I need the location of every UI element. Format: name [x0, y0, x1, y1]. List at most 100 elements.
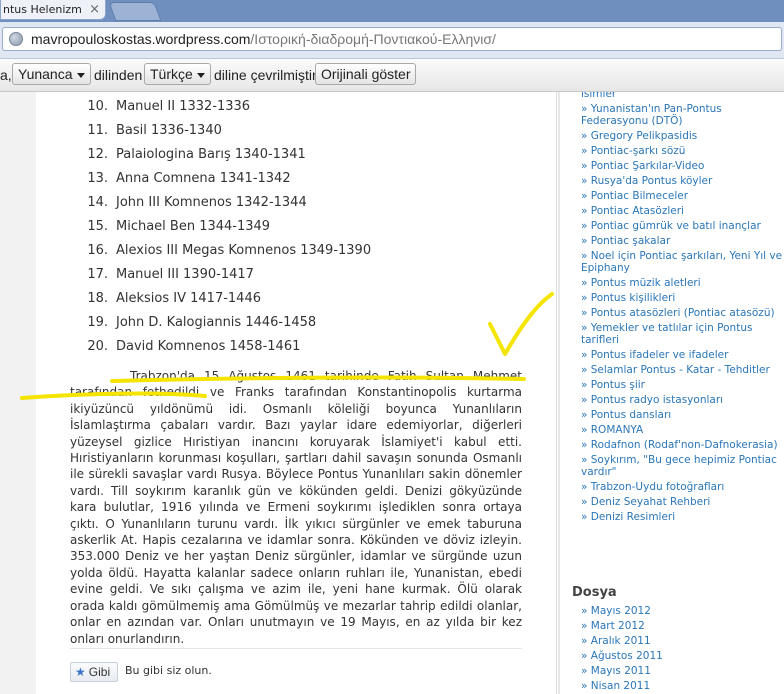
- archive-heading: Dosya: [572, 585, 617, 600]
- list-item-text: Anna Comnena 1341-1342: [116, 171, 291, 186]
- like-label: Gibi: [88, 665, 111, 679]
- list-item: 20. David Komnenos 1458-1461: [70, 336, 371, 360]
- list-item-text: Aleksios IV 1417-1446: [116, 291, 261, 306]
- source-language-select[interactable]: Yunanca: [12, 63, 91, 85]
- list-item: 16. Alexios III Megas Komnenos 1349-1390: [70, 240, 371, 264]
- new-tab-button[interactable]: [108, 2, 162, 21]
- archive-link[interactable]: » Nisan 2011: [581, 680, 663, 692]
- list-item-number: 17.: [87, 267, 108, 282]
- show-original-button[interactable]: Orijinali göster: [315, 63, 417, 85]
- list-item-number: 18.: [87, 291, 108, 306]
- list-item-number: 12.: [87, 147, 108, 162]
- sidebar-link[interactable]: » Pontus atasözleri (Pontiac atasözü): [581, 307, 784, 319]
- sidebar-link[interactable]: » ROMANYA: [581, 424, 784, 436]
- address-bar[interactable]: mavropouloskostas.wordpress.com/Ιστορική…: [2, 27, 782, 51]
- like-button[interactable]: ★ Gibi: [70, 662, 118, 682]
- sidebar-link[interactable]: » Rodafnon (Rodaf'non-Dafnokerasia): [581, 439, 784, 451]
- archive-link[interactable]: » Mayıs 2011: [581, 665, 663, 677]
- sidebar-link[interactable]: isimler: [581, 92, 784, 100]
- list-item: 17. Manuel III 1390-1417: [70, 264, 371, 288]
- sidebar-link[interactable]: » Pontus dansları: [581, 409, 784, 421]
- archive-link[interactable]: » Mayıs 2012: [581, 605, 663, 617]
- sidebar-link[interactable]: » Gregory Pelikpasidis: [581, 130, 784, 142]
- sidebar-link[interactable]: » Pontus şiir: [581, 379, 784, 391]
- list-item-number: 14.: [87, 195, 108, 210]
- sidebar-link[interactable]: » Denizi Resimleri: [581, 511, 784, 523]
- sidebar-links: isimler » Yunanistan'ın Pan-Pontus Federa…: [581, 92, 784, 526]
- archive-link[interactable]: » Mart 2012: [581, 620, 663, 632]
- translate-leading-text: a,: [0, 67, 12, 83]
- archive-link[interactable]: » Aralık 2011: [581, 635, 663, 647]
- list-item: 18. Aleksios IV 1417-1446: [70, 288, 371, 312]
- sidebar: isimler » Yunanistan'ın Pan-Pontus Federa…: [572, 92, 784, 694]
- list-item: 13. Anna Comnena 1341-1342: [70, 168, 371, 192]
- translate-bar: a, Yunanca dilinden Türkçe diline çevril…: [0, 59, 784, 92]
- sidebar-link[interactable]: » Pontiac-şarkı sözü: [581, 145, 784, 157]
- url-path: /Ιστορική-διαδρομή-Ποντιακού-Ελληνισ/: [250, 31, 496, 47]
- left-gutter: [0, 92, 37, 694]
- sidebar-link[interactable]: » Deniz Seyahat Rehberi: [581, 496, 784, 508]
- list-item-number: 11.: [87, 123, 108, 138]
- sidebar-link[interactable]: » Selamlar Pontus - Katar - Tehditler: [581, 364, 784, 376]
- list-item-text: Alexios III Megas Komnenos 1349-1390: [116, 243, 372, 258]
- list-item-number: 10.: [87, 99, 108, 114]
- tab-bar: ntus Helenizm ", Tü ×: [0, 0, 784, 22]
- emperor-list: 10. Manuel II 1332-1336 11. Basil 1336-1340…: [70, 96, 371, 360]
- url-host: mavropouloskostas.wordpress.com: [31, 31, 251, 47]
- list-item-text: John D. Kalogiannis 1446-1458: [116, 315, 317, 330]
- list-item: 10. Manuel II 1332-1336: [70, 96, 371, 120]
- from-text: dilinden: [94, 67, 143, 83]
- sidebar-link[interactable]: » Soykırım, "Bu gece hepimiz Pontiac var…: [581, 454, 784, 478]
- list-item-number: 13.: [87, 171, 108, 186]
- list-item-text: Palaiologina Barış 1340-1341: [116, 147, 306, 162]
- list-item-number: 20.: [87, 339, 108, 354]
- sidebar-link[interactable]: » Noel için Pontiac şarkıları, Yeni Yıl …: [581, 250, 784, 274]
- star-icon: ★: [75, 665, 86, 679]
- archive-links: » Mayıs 2012 » Mart 2012 » Aralık 2011 » Ağ…: [581, 605, 663, 694]
- sidebar-link[interactable]: » Pontiac Atasözleri: [581, 205, 784, 217]
- sidebar-link[interactable]: » Pontiac Şarkılar-Video: [581, 160, 784, 172]
- browser-tab[interactable]: ntus Helenizm ", Tü ×: [0, 0, 106, 20]
- target-language-label: Türkçe: [150, 66, 193, 82]
- list-item-text: John III Komnenos 1342-1344: [116, 195, 307, 210]
- to-text: diline çevrilmiştir: [214, 67, 317, 83]
- sidebar-link[interactable]: » Pontiac Bilmeceler: [581, 190, 784, 202]
- list-item: 12. Palaiologina Barış 1340-1341: [70, 144, 371, 168]
- list-item: 15. Michael Ben 1344-1349: [70, 216, 371, 240]
- like-text: Bu gibi siz olun.: [125, 664, 212, 677]
- sidebar-link[interactable]: » Pontus ifadeler ve ifadeler: [581, 349, 784, 361]
- list-item: 11. Basil 1336-1340: [70, 120, 371, 144]
- sidebar-link[interactable]: » Pontus kişilikleri: [581, 292, 784, 304]
- list-item-number: 19.: [87, 315, 108, 330]
- list-item: 14. John III Komnenos 1342-1344: [70, 192, 371, 216]
- list-item-text: Basil 1336-1340: [116, 123, 222, 138]
- column-divider: [558, 92, 560, 694]
- list-item-text: Manuel II 1332-1336: [116, 99, 251, 114]
- list-item-number: 15.: [87, 219, 108, 234]
- globe-icon: [9, 32, 23, 46]
- post-paragraph: Trabzon'da 15 Ağustos 1461 tarihinde Fat…: [70, 369, 522, 646]
- list-item-text: David Komnenos 1458-1461: [116, 339, 301, 354]
- sidebar-link[interactable]: » Pontiac şakalar: [581, 235, 784, 247]
- page-content: 10. Manuel II 1332-1336 11. Basil 1336-1340…: [0, 92, 784, 694]
- target-language-select[interactable]: Türkçe: [144, 63, 211, 85]
- sidebar-link[interactable]: » Pontiac gümrük ve batıl inançlar: [581, 220, 784, 232]
- sidebar-link[interactable]: » Yunanistan'ın Pan-Pontus Federasyonu (…: [581, 103, 784, 127]
- list-item-text: Manuel III 1390-1417: [116, 267, 254, 282]
- sidebar-link[interactable]: » Rusya'da Pontus köyler: [581, 175, 784, 187]
- source-language-label: Yunanca: [18, 66, 73, 82]
- url-text[interactable]: mavropouloskostas.wordpress.com/Ιστορική…: [31, 30, 496, 48]
- chevron-down-icon: [76, 72, 85, 78]
- divider: [70, 648, 522, 649]
- chevron-down-icon: [196, 72, 205, 78]
- sidebar-link[interactable]: » Trabzon-Uydu fotoğrafları: [581, 481, 784, 493]
- sidebar-link[interactable]: » Pontus müzik aletleri: [581, 277, 784, 289]
- sidebar-link[interactable]: » Yemekler ve tatlılar için Pontus tarif…: [581, 322, 784, 346]
- sidebar-link[interactable]: » Pontus radyo istasyonları: [581, 394, 784, 406]
- tab-title: ntus Helenizm ", Tü: [3, 3, 83, 16]
- list-item: 19. John D. Kalogiannis 1446-1458: [70, 312, 371, 336]
- tab-close-icon[interactable]: ×: [89, 0, 100, 19]
- toolbar: mavropouloskostas.wordpress.com/Ιστορική…: [0, 22, 784, 59]
- archive-link[interactable]: » Ağustos 2011: [581, 650, 663, 662]
- list-item-number: 16.: [87, 243, 108, 258]
